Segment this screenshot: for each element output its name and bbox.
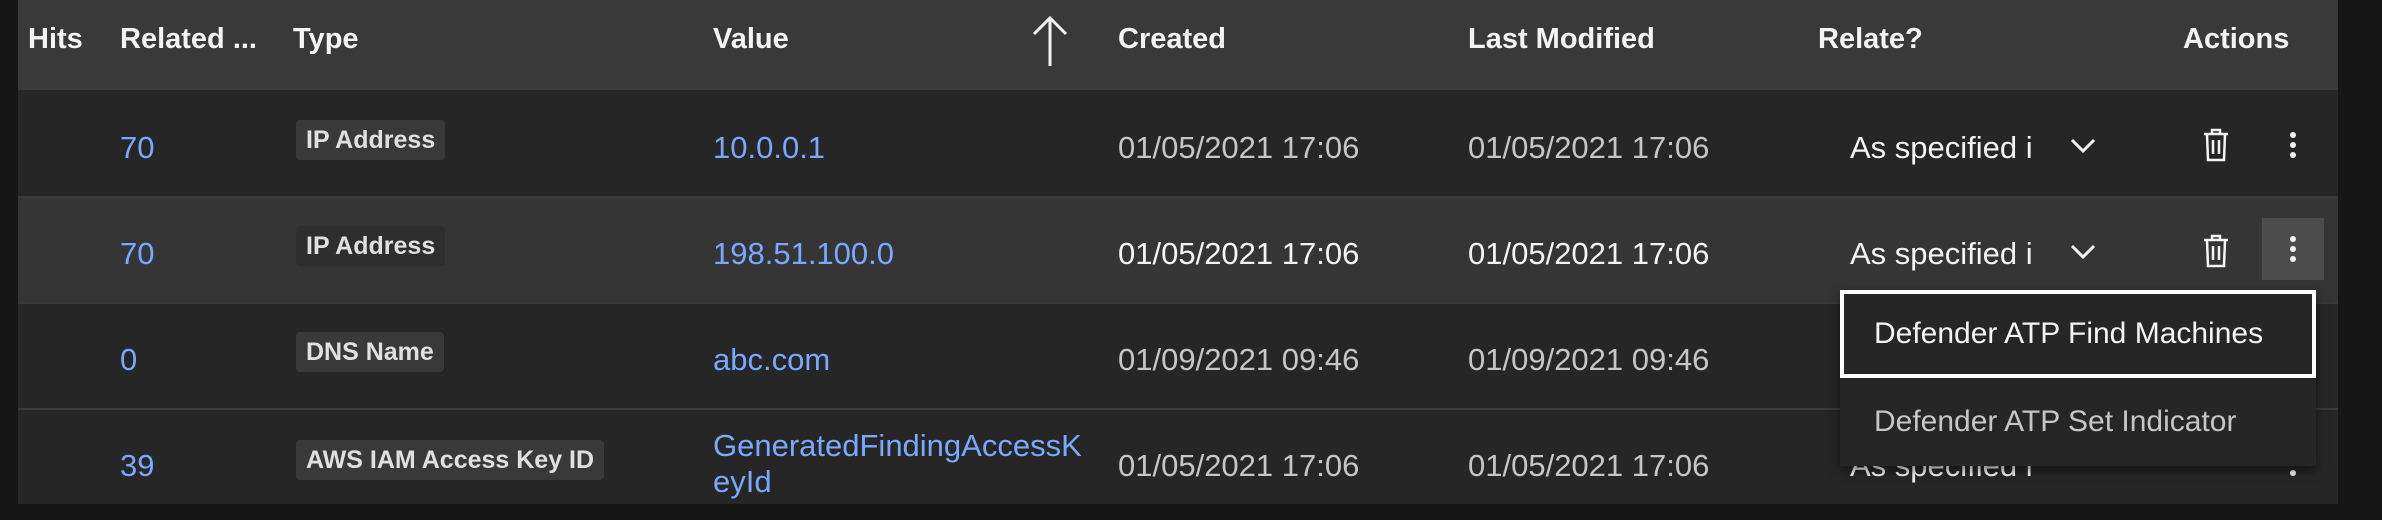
table-row[interactable]: 70 IP Address 198.51.100.0 01/05/2021 17… (18, 198, 2338, 304)
column-header-type[interactable]: Type (293, 0, 359, 90)
value-link-line: eyId (713, 464, 772, 499)
table-header: Hits Related ... Type Value Created Last… (18, 0, 2338, 90)
column-header-created[interactable]: Created (1118, 0, 1226, 90)
modified-date: 01/05/2021 17:06 (1468, 448, 1710, 483)
modified-date: 01/09/2021 09:46 (1468, 342, 1710, 377)
type-tag: DNS Name (296, 332, 444, 372)
related-count-link[interactable]: 70 (120, 236, 154, 272)
artifacts-table: Hits Related ... Type Value Created Last… (18, 0, 2338, 504)
modified-date: 01/05/2021 17:06 (1468, 236, 1710, 271)
type-tag: IP Address (296, 120, 446, 160)
relate-dropdown[interactable]: As specified i (1850, 130, 2033, 166)
value-link[interactable]: 198.51.100.0 (713, 236, 894, 272)
column-header-actions: Actions (2183, 23, 2290, 55)
type-tag: IP Address (296, 226, 446, 266)
chevron-down-icon[interactable] (2070, 138, 2096, 154)
value-link[interactable]: abc.com (713, 342, 830, 378)
trash-icon[interactable] (2202, 128, 2230, 162)
column-header-related[interactable]: Related ... (120, 0, 257, 90)
related-count-link[interactable]: 0 (120, 342, 137, 378)
overflow-menu-icon[interactable] (2262, 114, 2324, 176)
overflow-menu-icon[interactable] (2262, 218, 2324, 280)
value-link[interactable]: GeneratedFindingAccessK eyId (713, 428, 1082, 500)
related-count-link[interactable]: 70 (120, 130, 154, 166)
column-header-last-modified[interactable]: Last Modified (1468, 0, 1655, 90)
table-row[interactable]: 70 IP Address 10.0.0.1 01/05/2021 17:06 … (18, 92, 2338, 198)
menu-item-defender-atp-find-machines[interactable]: Defender ATP Find Machines (1840, 290, 2316, 378)
related-count-link[interactable]: 39 (120, 448, 154, 484)
arrow-up-icon[interactable] (1030, 14, 1070, 68)
created-date: 01/05/2021 17:06 (1118, 130, 1360, 165)
trash-icon[interactable] (2202, 234, 2230, 268)
created-date: 01/09/2021 09:46 (1118, 342, 1360, 377)
value-link-line: GeneratedFindingAccessK (713, 428, 1082, 463)
chevron-down-icon[interactable] (2070, 244, 2096, 260)
created-date: 01/05/2021 17:06 (1118, 448, 1360, 483)
overflow-menu: Defender ATP Find Machines Defender ATP … (1840, 290, 2316, 466)
created-date: 01/05/2021 17:06 (1118, 236, 1360, 271)
value-link[interactable]: 10.0.0.1 (713, 130, 825, 166)
menu-item-defender-atp-set-indicator[interactable]: Defender ATP Set Indicator (1840, 378, 2316, 466)
type-tag: AWS IAM Access Key ID (296, 440, 605, 480)
relate-dropdown[interactable]: As specified i (1850, 236, 2033, 272)
modified-date: 01/05/2021 17:06 (1468, 130, 1710, 165)
column-header-relate[interactable]: Relate? (1818, 0, 1923, 90)
column-header-value[interactable]: Value (713, 0, 789, 90)
column-header-hits[interactable]: Hits (28, 0, 83, 90)
